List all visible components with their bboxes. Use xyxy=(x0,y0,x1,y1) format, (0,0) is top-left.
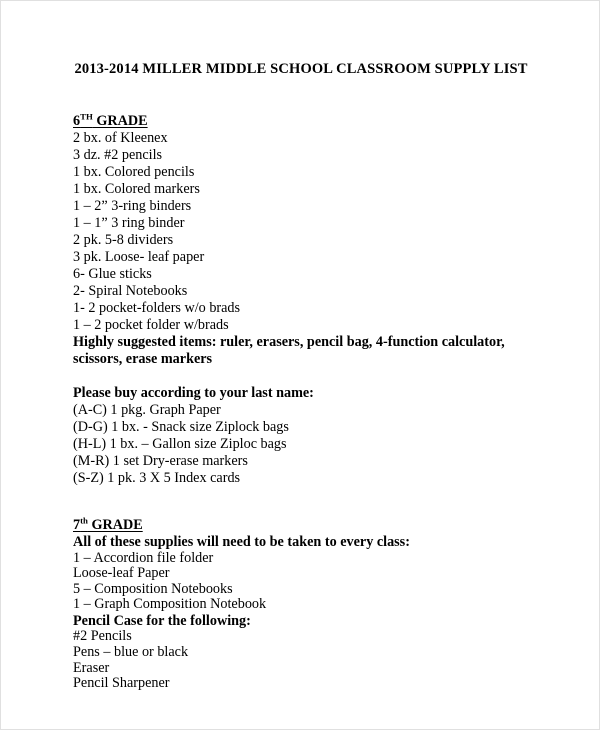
list-item: (H-L) 1 bx. – Gallon size Ziploc bags xyxy=(73,436,287,452)
list-item: 1 bx. Colored pencils xyxy=(73,164,195,180)
list-item: Loose-leaf Paper xyxy=(73,565,170,582)
list-item: 3 dz. #2 pencils xyxy=(73,147,163,163)
grade-6-heading-ordinal-suffix: TH xyxy=(80,111,93,122)
list-item: 2- Spiral Notebooks xyxy=(73,283,188,299)
suggested-items-note: Highly suggested items: ruler, erasers, … xyxy=(73,334,509,367)
last-name-instruction-heading: Please buy according to your last name: xyxy=(73,385,314,401)
section-heading-grade-7: 7th GRADE xyxy=(73,515,541,534)
pencil-case-heading: Pencil Case for the following: xyxy=(73,612,251,629)
list-item: 1- 2 pocket-folders w/o brads xyxy=(73,300,241,316)
grade-6-heading-word: GRADE xyxy=(92,113,148,129)
list-item: (A-C) 1 pkg. Graph Paper xyxy=(73,402,221,418)
list-item: 1 – 2” 3-ring binders xyxy=(73,198,192,214)
list-item: 1 – 2 pocket folder w/brads xyxy=(73,317,229,333)
list-item: #2 Pencils xyxy=(73,628,132,645)
list-item: Pencil Sharpener xyxy=(73,675,170,692)
list-item: 1 – Accordion file folder xyxy=(73,549,214,566)
list-item: 6- Glue sticks xyxy=(73,266,152,282)
list-item: 2 bx. of Kleenex xyxy=(73,130,168,146)
list-item: 5 – Composition Notebooks xyxy=(73,580,233,597)
grade-7-intro-note: All of these supplies will need to be ta… xyxy=(73,534,410,550)
list-item: 1 – 1” 3 ring binder xyxy=(73,215,185,231)
grade-7-heading-word: GRADE xyxy=(87,517,143,533)
section-grade-7: 7th GRADE All of these supplies will nee… xyxy=(73,515,541,692)
document-body: 6TH GRADE 2 bx. of Kleenex 3 dz. #2 penc… xyxy=(73,111,541,692)
list-item: 1 bx. Colored markers xyxy=(73,181,200,197)
list-item: (D-G) 1 bx. - Snack size Ziplock bags xyxy=(73,419,289,435)
list-item: 3 pk. Loose- leaf paper xyxy=(73,249,205,265)
list-item: Eraser xyxy=(73,659,110,676)
list-item: (S-Z) 1 pk. 3 X 5 Index cards xyxy=(73,470,241,486)
list-item: 1 – Graph Composition Notebook xyxy=(73,596,267,613)
page-title: 2013-2014 MILLER MIDDLE SCHOOL CLASSROOM… xyxy=(74,61,528,77)
document-page: 2013-2014 MILLER MIDDLE SCHOOL CLASSROOM… xyxy=(0,0,600,730)
list-item: Pens – blue or black xyxy=(73,643,189,660)
list-item: (M-R) 1 set Dry-erase markers xyxy=(73,453,248,469)
list-item: 2 pk. 5-8 dividers xyxy=(73,232,174,248)
section-heading-grade-6: 6TH GRADE xyxy=(73,111,541,130)
grade-7-heading-ordinal-suffix: th xyxy=(80,515,88,526)
